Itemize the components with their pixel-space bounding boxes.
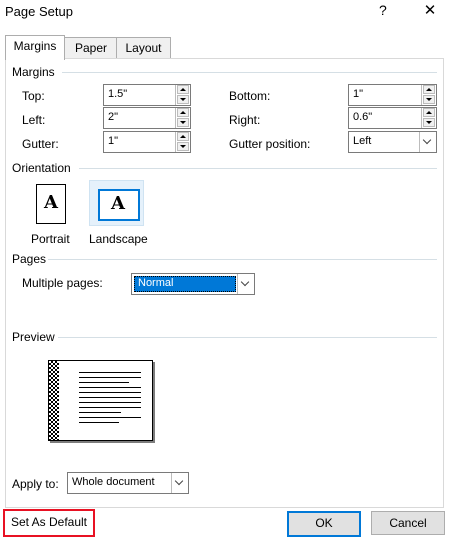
orientation-section-label: Orientation [12,161,71,175]
spin-up-icon[interactable] [177,108,189,117]
spin-up-icon[interactable] [177,85,189,94]
close-icon[interactable]: ✕ [420,0,440,22]
window-title: Page Setup [5,4,73,19]
apply-to-value[interactable]: Whole document [72,476,155,488]
margins-section-label: Margins [12,65,55,79]
left-margin-value[interactable]: 2" [108,111,118,123]
top-margin-value[interactable]: 1.5" [108,88,127,100]
multiple-pages-select[interactable]: Normal [131,273,255,295]
left-margin-spin-buttons [175,108,190,128]
spin-up-icon[interactable] [423,85,435,94]
gutter-value[interactable]: 1" [108,135,118,147]
apply-to-select[interactable]: Whole document [67,472,189,494]
landscape-page-icon: A [98,189,140,221]
preview-text-line [79,412,121,413]
portrait-page-icon: A [36,184,66,224]
landscape-button[interactable]: A [89,180,144,226]
gutter-position-label: Gutter position: [229,137,311,151]
ok-button[interactable]: OK [287,511,361,537]
preview-text-line [79,417,141,418]
chevron-down-icon[interactable] [419,132,436,152]
preview-gutter-pattern [49,361,59,440]
preview-text-line [79,377,141,378]
cancel-button[interactable]: Cancel [371,511,445,535]
apply-to-label: Apply to: [12,477,59,491]
multiple-pages-selected-value[interactable]: Normal [134,276,236,292]
top-margin-spinner[interactable]: 1.5" [103,84,191,106]
multiple-pages-value: Normal [138,277,174,289]
preview-text-line [79,422,119,423]
chevron-down-icon[interactable] [237,274,254,294]
gutter-position-select[interactable]: Left [348,131,437,153]
tab-layout[interactable]: Layout [116,37,171,59]
spin-down-icon[interactable] [423,95,435,104]
preview-divider [58,337,437,338]
right-margin-value[interactable]: 0.6" [353,111,372,123]
bottom-margin-spin-buttons [421,85,436,105]
right-margin-spinner[interactable]: 0.6" [348,107,437,129]
portrait-label[interactable]: Portrait [31,232,70,246]
bottom-margin-label: Bottom: [229,89,271,103]
spin-up-icon[interactable] [177,132,189,141]
right-margin-label: Right: [229,113,261,127]
set-as-default-button[interactable]: Set As Default [6,511,92,533]
left-margin-label: Left: [22,113,46,127]
bottom-margin-value[interactable]: 1" [353,88,363,100]
preview-section-label: Preview [12,330,55,344]
gutter-position-value[interactable]: Left [353,135,371,147]
tab-margins[interactable]: Margins [5,35,65,60]
multiple-pages-label: Multiple pages: [22,276,103,290]
left-margin-spinner[interactable]: 2" [103,107,191,129]
preview-text-line [79,372,141,373]
spin-down-icon[interactable] [177,142,189,151]
portrait-button[interactable]: A [22,181,77,227]
preview-text-line [79,382,129,383]
page-setup-dialog: Page Setup ? ✕ Margins Paper Layout Marg… [0,0,449,539]
preview-page [48,360,153,441]
spin-down-icon[interactable] [177,118,189,127]
tab-paper[interactable]: Paper [64,37,118,59]
pages-section-label: Pages [12,252,47,266]
top-margin-label: Top: [22,89,45,103]
spin-down-icon[interactable] [423,118,435,127]
spin-down-icon[interactable] [177,95,189,104]
portrait-glyph: A [44,192,58,213]
help-icon[interactable]: ? [379,2,387,18]
pages-divider [48,259,437,260]
gutter-spin-buttons [175,132,190,152]
preview-text-line [79,392,141,393]
margins-divider [62,72,437,73]
preview-text-line [79,397,141,398]
bottom-margin-spinner[interactable]: 1" [348,84,437,106]
preview-text-line [79,387,141,388]
right-margin-spin-buttons [421,108,436,128]
landscape-glyph: A [111,193,125,214]
gutter-label: Gutter: [22,137,59,151]
spin-up-icon[interactable] [423,108,435,117]
chevron-down-icon[interactable] [171,473,188,493]
gutter-spinner[interactable]: 1" [103,131,191,153]
preview-text-line [79,407,141,408]
preview-text-line [79,402,141,403]
orientation-divider [79,168,437,169]
landscape-label[interactable]: Landscape [89,232,148,246]
top-margin-spin-buttons [175,85,190,105]
